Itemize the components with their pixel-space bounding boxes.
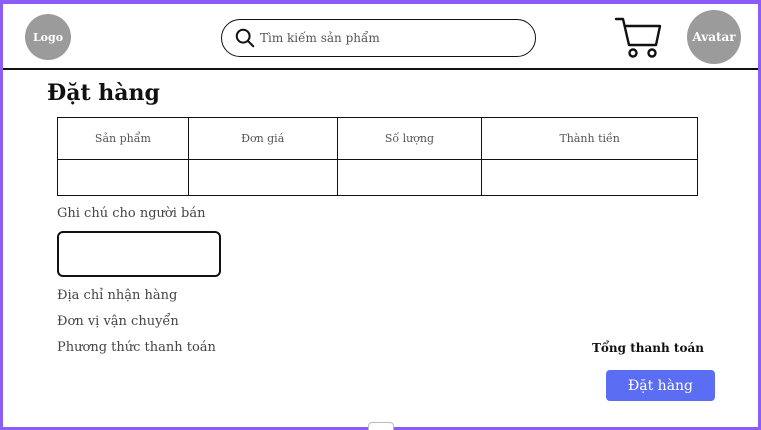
- shipping-address-row[interactable]: Địa chỉ nhận hàng: [57, 288, 177, 303]
- column-header-quantity: Số lượng: [336, 117, 483, 160]
- seller-note-input[interactable]: [57, 231, 221, 277]
- table-cell: [187, 159, 338, 196]
- shipping-carrier-row[interactable]: Đơn vị vận chuyển: [57, 314, 179, 329]
- order-table: Sản phẩm Đơn giá Số lượng Thành tiền: [57, 117, 698, 196]
- column-header-product: Sản phẩm: [57, 117, 189, 160]
- page-title: Đặt hàng: [47, 80, 160, 106]
- search-input[interactable]: [260, 31, 520, 45]
- table-cell: [57, 159, 189, 196]
- avatar[interactable]: Avatar: [687, 10, 741, 64]
- column-header-unit-price: Đơn giá: [187, 117, 338, 160]
- search-icon: [235, 28, 255, 48]
- logo[interactable]: Logo: [25, 14, 71, 60]
- total-payment-label: Tổng thanh toán: [592, 341, 704, 355]
- order-table-header-row: Sản phẩm Đơn giá Số lượng Thành tiền: [57, 117, 698, 160]
- table-row: [57, 159, 698, 196]
- payment-method-row[interactable]: Phương thức thanh toán: [57, 340, 216, 355]
- place-order-button[interactable]: Đặt hàng: [606, 370, 715, 401]
- cart-icon[interactable]: [614, 15, 662, 59]
- table-cell: [481, 159, 698, 196]
- search-bar[interactable]: [221, 19, 536, 57]
- top-header: Logo Avatar: [3, 4, 758, 70]
- frame-resize-handle[interactable]: [368, 422, 394, 430]
- seller-note-label: Ghi chú cho người bán: [57, 206, 206, 221]
- table-cell: [336, 159, 483, 196]
- column-header-subtotal: Thành tiền: [481, 117, 698, 160]
